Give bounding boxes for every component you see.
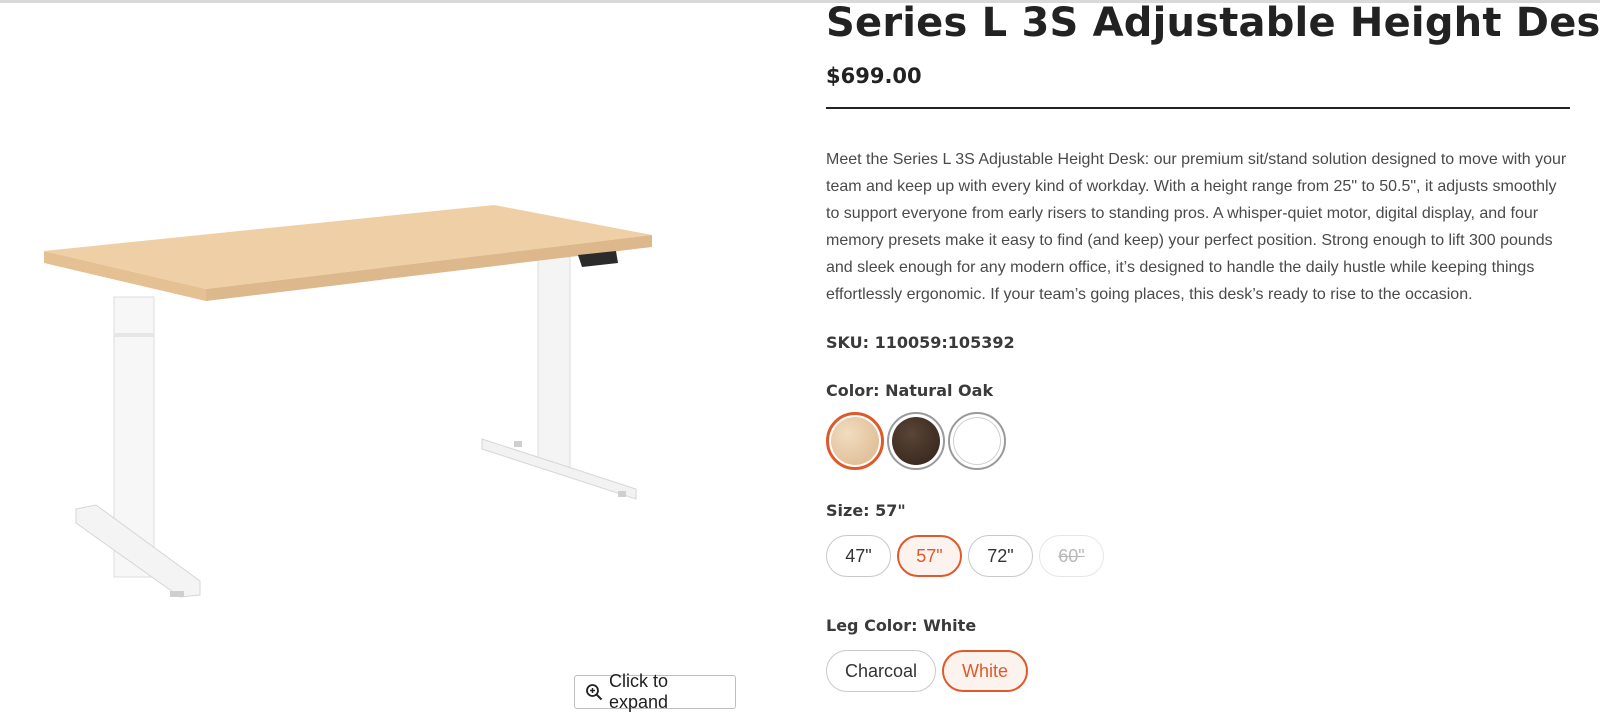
click-to-expand-button[interactable]: Click to expand bbox=[574, 671, 736, 712]
leg-color-option-label: Leg Color: White bbox=[826, 616, 977, 635]
color-swatches bbox=[826, 412, 1006, 470]
product-title: Series L 3S Adjustable Height Desk bbox=[826, 0, 1600, 46]
walnut-swatch bbox=[892, 417, 940, 465]
size-57-button[interactable]: 57" bbox=[897, 535, 962, 577]
leg-white-button[interactable]: White bbox=[942, 650, 1029, 692]
product-description: Meet the Series L 3S Adjustable Height D… bbox=[826, 151, 1567, 303]
leg-charcoal-button[interactable]: Charcoal bbox=[826, 650, 937, 692]
size-option-label: Size: 57" bbox=[826, 501, 906, 520]
color-option-label: Color: Natural Oak bbox=[826, 381, 994, 400]
size-47-button[interactable]: 47" bbox=[826, 535, 891, 577]
size-72-button[interactable]: 72" bbox=[968, 535, 1033, 577]
swatch-natural-oak[interactable] bbox=[826, 412, 884, 470]
swatch-walnut[interactable] bbox=[887, 412, 945, 470]
expand-label: Click to expand bbox=[609, 671, 669, 712]
white-swatch bbox=[953, 417, 1001, 465]
size-60-button[interactable]: 60" bbox=[1039, 535, 1104, 577]
product-sku: SKU: 110059:105392 bbox=[826, 333, 1015, 352]
leg-color-options: Charcoal White bbox=[826, 650, 1029, 692]
product-price: $699.00 bbox=[826, 64, 922, 88]
swatch-white[interactable] bbox=[948, 412, 1006, 470]
natural-oak-swatch bbox=[831, 417, 879, 465]
size-options: 47" 57" 72" 60" bbox=[826, 535, 1104, 577]
desk-product-image[interactable] bbox=[30, 193, 690, 613]
product-gallery[interactable]: Click to expand bbox=[0, 3, 760, 712]
divider bbox=[826, 107, 1570, 109]
zoom-in-icon bbox=[585, 683, 603, 701]
